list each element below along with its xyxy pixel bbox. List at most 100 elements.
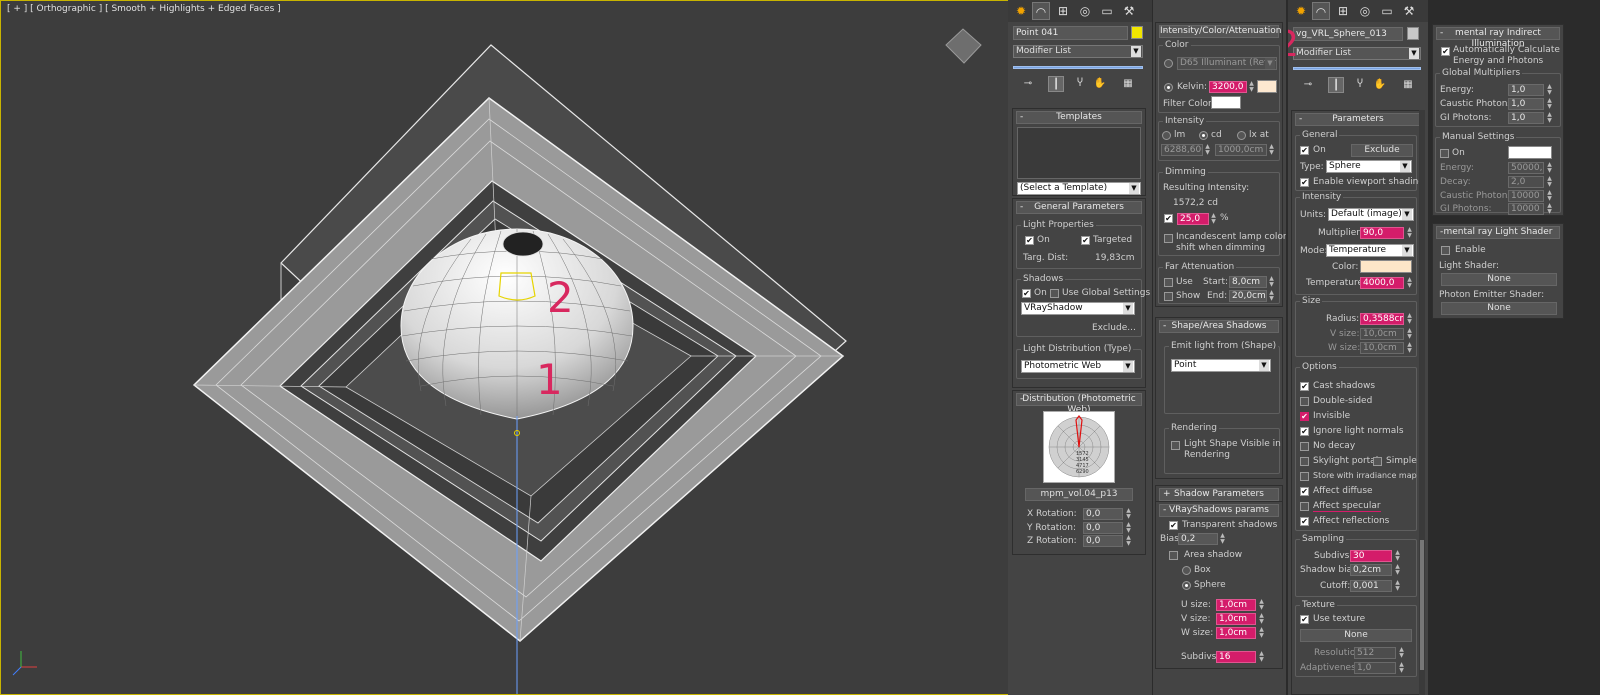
- modifier-list-dropdown[interactable]: Modifier List ▼: [1013, 45, 1143, 58]
- store-irradiance-checkbox[interactable]: [1300, 472, 1309, 481]
- shadow-params-header[interactable]: + Shadow Parameters: [1159, 488, 1279, 501]
- shadows-on-checkbox[interactable]: ✔: [1022, 289, 1031, 298]
- object-color-swatch[interactable]: [1131, 26, 1143, 39]
- double-sided-checkbox[interactable]: [1300, 397, 1309, 406]
- utilities-icon[interactable]: ⚒: [1120, 2, 1138, 20]
- panel-scrollbar[interactable]: [1419, 110, 1425, 695]
- dimming-percent-field[interactable]: 25,0: [1177, 213, 1209, 225]
- temperature-field[interactable]: 4000,0: [1360, 277, 1404, 289]
- intensity-value-field[interactable]: 6288,600: [1161, 144, 1203, 156]
- w-size-field[interactable]: 1,0cm: [1216, 627, 1256, 639]
- distribution-header[interactable]: - Distribution (Photometric Web): [1016, 393, 1142, 415]
- modify-icon[interactable]: ◠: [1032, 2, 1050, 20]
- u-size-spinner[interactable]: ▲ ▼: [1258, 599, 1265, 611]
- intensity-spinner[interactable]: ▲ ▼: [1204, 144, 1211, 156]
- kelvin-field[interactable]: 3200,0: [1209, 81, 1247, 93]
- hand-icon[interactable]: ✋: [1372, 77, 1388, 93]
- use-texture-checkbox[interactable]: ✔: [1300, 615, 1309, 624]
- sphere-radio[interactable]: [1182, 581, 1191, 590]
- exclude-button[interactable]: Exclude...: [1092, 323, 1136, 333]
- x-rotation-spinner[interactable]: ▲ ▼: [1125, 508, 1132, 520]
- resolution-spinner[interactable]: ▲ ▼: [1398, 647, 1405, 659]
- box-radio[interactable]: [1182, 566, 1191, 575]
- manual-energy-spinner[interactable]: ▲ ▼: [1546, 162, 1553, 174]
- manual-caustic-field[interactable]: 10000: [1508, 190, 1544, 202]
- manual-caustic-spinner[interactable]: ▲ ▼: [1546, 190, 1553, 202]
- pin-icon[interactable]: ⊸: [1020, 76, 1036, 92]
- vray-type-dropdown[interactable]: Sphere ▼: [1326, 160, 1412, 173]
- shadow-subdivs-spinner[interactable]: ▲ ▼: [1258, 651, 1265, 663]
- motion-icon[interactable]: ◎: [1356, 2, 1374, 20]
- shadow-subdivs-field[interactable]: 16: [1216, 651, 1256, 663]
- z-rotation-spinner[interactable]: ▲ ▼: [1125, 535, 1132, 547]
- scrollbar-thumb[interactable]: [1420, 540, 1424, 670]
- display-icon[interactable]: ▭: [1378, 2, 1396, 20]
- affect-reflections-checkbox[interactable]: ✔: [1300, 517, 1309, 526]
- lx-distance-field[interactable]: 1000,0cm: [1215, 144, 1267, 156]
- texture-map-button[interactable]: None: [1300, 629, 1412, 642]
- mr-shader-header[interactable]: - mental ray Light Shader: [1436, 226, 1560, 239]
- cutoff-field[interactable]: 0,001: [1350, 580, 1392, 592]
- dimming-checkbox[interactable]: ✔: [1164, 214, 1173, 223]
- config-icon[interactable]: ▦: [1400, 77, 1416, 93]
- multiplier-spinner[interactable]: ▲ ▼: [1406, 227, 1413, 239]
- vray-subdivs-spinner[interactable]: ▲ ▼: [1394, 550, 1401, 562]
- manual-decay-spinner[interactable]: ▲ ▼: [1546, 176, 1553, 188]
- gm-gi-spinner[interactable]: ▲ ▼: [1546, 112, 1553, 124]
- adaptiveness-spinner[interactable]: ▲ ▼: [1398, 662, 1405, 674]
- templates-header[interactable]: - Templates: [1016, 111, 1142, 124]
- skylight-portal-checkbox[interactable]: [1300, 457, 1309, 466]
- viewport[interactable]: [ + ] [ Orthographic ] [ Smooth + Highli…: [0, 0, 1024, 695]
- area-shadow-checkbox[interactable]: [1169, 551, 1178, 560]
- multiplier-field[interactable]: 90,0: [1360, 227, 1404, 239]
- no-decay-checkbox[interactable]: [1300, 442, 1309, 451]
- dimming-spinner[interactable]: ▲ ▼: [1210, 213, 1217, 225]
- pin-icon[interactable]: ⊸: [1300, 77, 1316, 93]
- simple-checkbox[interactable]: [1373, 457, 1382, 466]
- vray-on-checkbox[interactable]: ✔: [1300, 146, 1309, 155]
- manual-gi-spinner[interactable]: ▲ ▼: [1546, 203, 1553, 215]
- bias-spinner[interactable]: ▲ ▼: [1219, 533, 1226, 545]
- lm-radio[interactable]: [1162, 131, 1171, 140]
- bias-field[interactable]: 0,2: [1178, 533, 1218, 545]
- gm-energy-spinner[interactable]: ▲ ▼: [1546, 84, 1553, 96]
- templates-list[interactable]: [1017, 127, 1141, 179]
- shape-visible-checkbox[interactable]: [1171, 441, 1180, 450]
- incandescent-checkbox[interactable]: [1164, 234, 1173, 243]
- radius-spinner[interactable]: ▲ ▼: [1406, 313, 1413, 325]
- modify-icon[interactable]: ◠: [1312, 2, 1330, 20]
- shader-enable-checkbox[interactable]: [1441, 246, 1450, 255]
- far-start-field[interactable]: 8,0cm: [1229, 276, 1267, 288]
- cast-shadows-checkbox[interactable]: ✔: [1300, 382, 1309, 391]
- manual-on-checkbox[interactable]: [1440, 149, 1449, 158]
- vray-shadows-header[interactable]: - VRayShadows params: [1159, 504, 1279, 517]
- object-name-field[interactable]: Point 041: [1013, 26, 1128, 40]
- w-size-spinner[interactable]: ▲ ▼: [1258, 627, 1265, 639]
- modifier-list-dropdown-2[interactable]: Modifier List ▼: [1293, 47, 1421, 60]
- x-rotation-field[interactable]: 0,0: [1083, 508, 1123, 520]
- use-global-checkbox[interactable]: [1050, 289, 1059, 298]
- light-on-checkbox[interactable]: ✔: [1025, 236, 1034, 245]
- temperature-spinner[interactable]: ▲ ▼: [1406, 277, 1413, 289]
- vray-color-swatch[interactable]: [1360, 260, 1412, 273]
- vray-wsize-field[interactable]: 10,0cm: [1360, 342, 1404, 354]
- stack-icon[interactable]: ┃: [1328, 77, 1344, 93]
- far-end-field[interactable]: 20,0cm: [1229, 290, 1267, 302]
- gm-caustic-field[interactable]: 1,0: [1508, 98, 1544, 110]
- d65-radio[interactable]: [1164, 59, 1173, 68]
- cutoff-spinner[interactable]: ▲ ▼: [1394, 580, 1401, 592]
- radius-field[interactable]: 0,3588cm: [1360, 313, 1404, 325]
- kelvin-color-swatch[interactable]: [1257, 80, 1277, 93]
- v-size-spinner[interactable]: ▲ ▼: [1258, 613, 1265, 625]
- manual-color-swatch[interactable]: [1508, 146, 1552, 159]
- gm-caustic-spinner[interactable]: ▲ ▼: [1546, 98, 1553, 110]
- u-size-field[interactable]: 1,0cm: [1216, 599, 1256, 611]
- web-file-button[interactable]: mpm_vol.04_p13: [1025, 488, 1133, 501]
- far-start-spinner[interactable]: ▲ ▼: [1268, 276, 1275, 288]
- shadow-type-dropdown[interactable]: VRayShadow ▼: [1021, 302, 1135, 315]
- distribution-type-dropdown[interactable]: Photometric Web ▼: [1021, 360, 1135, 373]
- manual-gi-field[interactable]: 10000: [1508, 203, 1544, 215]
- stack-icon[interactable]: ┃: [1048, 76, 1064, 92]
- gm-energy-field[interactable]: 1,0: [1508, 84, 1544, 96]
- vray-exclude-button[interactable]: Exclude: [1351, 144, 1413, 157]
